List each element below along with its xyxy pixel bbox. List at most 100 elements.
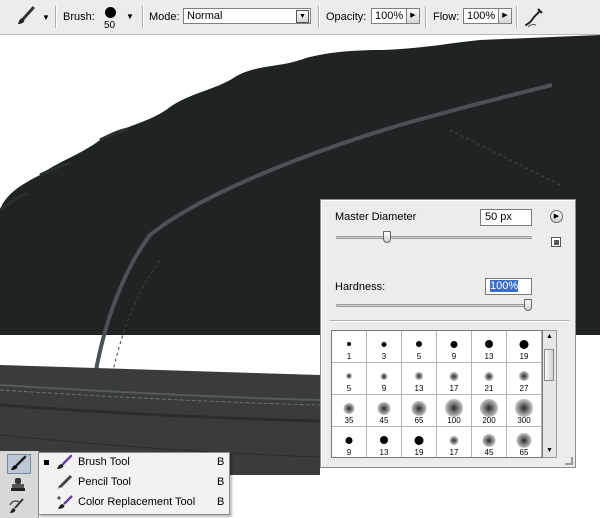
brush-preset-cell[interactable]: 1 — [332, 331, 367, 363]
hardness-value: 100% — [490, 280, 519, 292]
soft-brush-tip-icon — [377, 401, 391, 415]
brush-preset-cell[interactable]: 9 — [367, 363, 402, 395]
hardness-track[interactable] — [336, 304, 532, 307]
presets-scrollbar[interactable]: ▲ ▼ — [543, 330, 557, 458]
brush-size-label: 9 — [381, 384, 387, 393]
brush-preset-cell[interactable]: 35 — [332, 395, 367, 427]
resize-grip-icon[interactable] — [565, 457, 573, 465]
soft-brush-tip-icon — [515, 399, 533, 417]
soft-brush-tip-icon — [415, 372, 423, 380]
brush-preset-cell[interactable]: 300 — [507, 395, 542, 427]
brush-preset-cell[interactable]: 5 — [402, 331, 437, 363]
airbrush-icon — [525, 8, 543, 28]
brush-preset-cell[interactable]: 13 — [367, 427, 402, 457]
soft-brush-tip-icon — [346, 373, 352, 379]
tool-preset-picker[interactable]: ▼ — [6, 5, 50, 29]
divider — [329, 320, 569, 322]
master-diameter-input[interactable]: 50 px — [480, 209, 532, 226]
brush-preset-cell[interactable]: 27 — [507, 363, 542, 395]
separator — [318, 6, 320, 28]
brush-size-label: 5 — [346, 384, 352, 393]
flyout-item-color-replacement-tool[interactable]: Color Replacement Tool B — [39, 493, 229, 512]
airbrush-button[interactable] — [522, 5, 546, 29]
brush-preset-cell[interactable]: 200 — [472, 395, 507, 427]
hard-brush-tip-icon — [345, 436, 353, 444]
brush-preset-cell[interactable]: 21 — [472, 363, 507, 395]
brush-preset-cell[interactable]: 17 — [437, 427, 472, 457]
opacity-slider-arrow-icon[interactable]: ▶ — [406, 8, 420, 24]
brush-preset-cell[interactable]: 65 — [507, 427, 542, 457]
hardness-slider-thumb[interactable] — [524, 299, 532, 311]
brush-size-label: 300 — [517, 416, 531, 425]
brush-size-label: 65 — [414, 416, 424, 425]
soft-brush-tip-icon — [411, 400, 427, 416]
soft-brush-tip-icon — [516, 432, 532, 448]
flyout-item-shortcut: B — [217, 456, 225, 468]
brush-size-label: 13 — [484, 352, 494, 361]
scroll-up-icon[interactable]: ▲ — [543, 331, 556, 343]
brush-preset-cell[interactable]: 17 — [437, 363, 472, 395]
hard-brush-tip-icon — [416, 341, 422, 347]
flyout-item-pencil-tool[interactable]: Pencil Tool B — [39, 473, 229, 492]
soft-brush-tip-icon — [343, 402, 355, 414]
brush-size: 50 — [104, 20, 116, 31]
brush-preset-cell[interactable]: 100 — [437, 395, 472, 427]
brush-size-label: 17 — [449, 384, 459, 393]
hardness-input[interactable]: 100% — [485, 278, 532, 295]
flyout-item-brush-tool[interactable]: Brush Tool B — [39, 453, 229, 472]
scroll-down-icon[interactable]: ▼ — [543, 445, 556, 457]
flow-value: 100% — [467, 10, 496, 22]
clone-stamp-tool-button[interactable] — [7, 476, 31, 496]
brush-preset-cell[interactable]: 9 — [332, 427, 367, 457]
scroll-thumb[interactable] — [544, 349, 554, 381]
panel-menu-arrow-icon[interactable]: ▶ — [550, 210, 563, 223]
hard-brush-tip-icon — [414, 435, 424, 445]
brush-size-label: 45 — [484, 448, 494, 457]
active-bullet-icon — [44, 460, 49, 465]
brush-preset-cell[interactable]: 3 — [367, 331, 402, 363]
flow-input[interactable]: 100% — [463, 8, 499, 24]
master-diameter-track[interactable] — [336, 236, 532, 239]
brush-preset-cell[interactable]: 13 — [472, 331, 507, 363]
options-bar: ▼ Brush: 50 ▼ Mode: Normal ▼ Opacity: 10… — [0, 0, 600, 35]
brush-preset-cell[interactable]: 65 — [402, 395, 437, 427]
brush-preset-cell[interactable]: 5 — [332, 363, 367, 395]
flow-label: Flow: — [433, 11, 460, 23]
brush-size-label: 100 — [447, 416, 461, 425]
brush-preset-cell[interactable]: 19 — [507, 331, 542, 363]
separator — [516, 6, 518, 28]
hard-brush-tip-icon — [347, 342, 351, 346]
brush-size-label: 3 — [381, 352, 387, 361]
new-preset-icon[interactable] — [551, 237, 561, 247]
opacity-input[interactable]: 100% — [371, 8, 407, 24]
brush-preset-cell[interactable]: 45 — [367, 395, 402, 427]
chevron-down-icon: ▼ — [42, 13, 50, 22]
master-diameter-slider-thumb[interactable] — [383, 231, 391, 243]
brush-preset-cell[interactable]: 13 — [402, 363, 437, 395]
brush-size-label: 21 — [484, 384, 494, 393]
brush-picker[interactable]: 50 ▼ — [100, 4, 138, 32]
brush-size-label: 19 — [414, 448, 424, 457]
brush-icon — [11, 455, 27, 470]
brush-size-label: 19 — [519, 352, 529, 361]
brush-tool-button[interactable] — [7, 454, 31, 474]
soft-brush-tip-icon — [449, 371, 459, 381]
brush-size-label: 9 — [451, 352, 457, 361]
mode-value: Normal — [187, 10, 223, 22]
brush-size-label: 1 — [346, 352, 352, 361]
brush-preset-panel: Master Diameter 50 px ▶ Hardness: 100% 1… — [320, 199, 576, 468]
soft-brush-tip-icon — [519, 371, 529, 381]
brush-preset-cell[interactable]: 19 — [402, 427, 437, 457]
master-diameter-value: 50 px — [485, 211, 512, 223]
brush-preset-cell[interactable]: 9 — [437, 331, 472, 363]
mode-select[interactable]: Normal ▼ — [183, 8, 311, 24]
chevron-down-icon[interactable]: ▼ — [296, 10, 309, 23]
brush-preset-cell[interactable]: 45 — [472, 427, 507, 457]
flyout-item-shortcut: B — [217, 476, 225, 488]
history-brush-tool-button[interactable] — [7, 497, 31, 517]
opacity-label: Opacity: — [326, 11, 367, 23]
brush-tool-icon — [55, 454, 75, 471]
brush-size-label: 35 — [344, 416, 354, 425]
hard-brush-tip-icon — [380, 436, 388, 444]
flow-slider-arrow-icon[interactable]: ▶ — [498, 8, 512, 24]
